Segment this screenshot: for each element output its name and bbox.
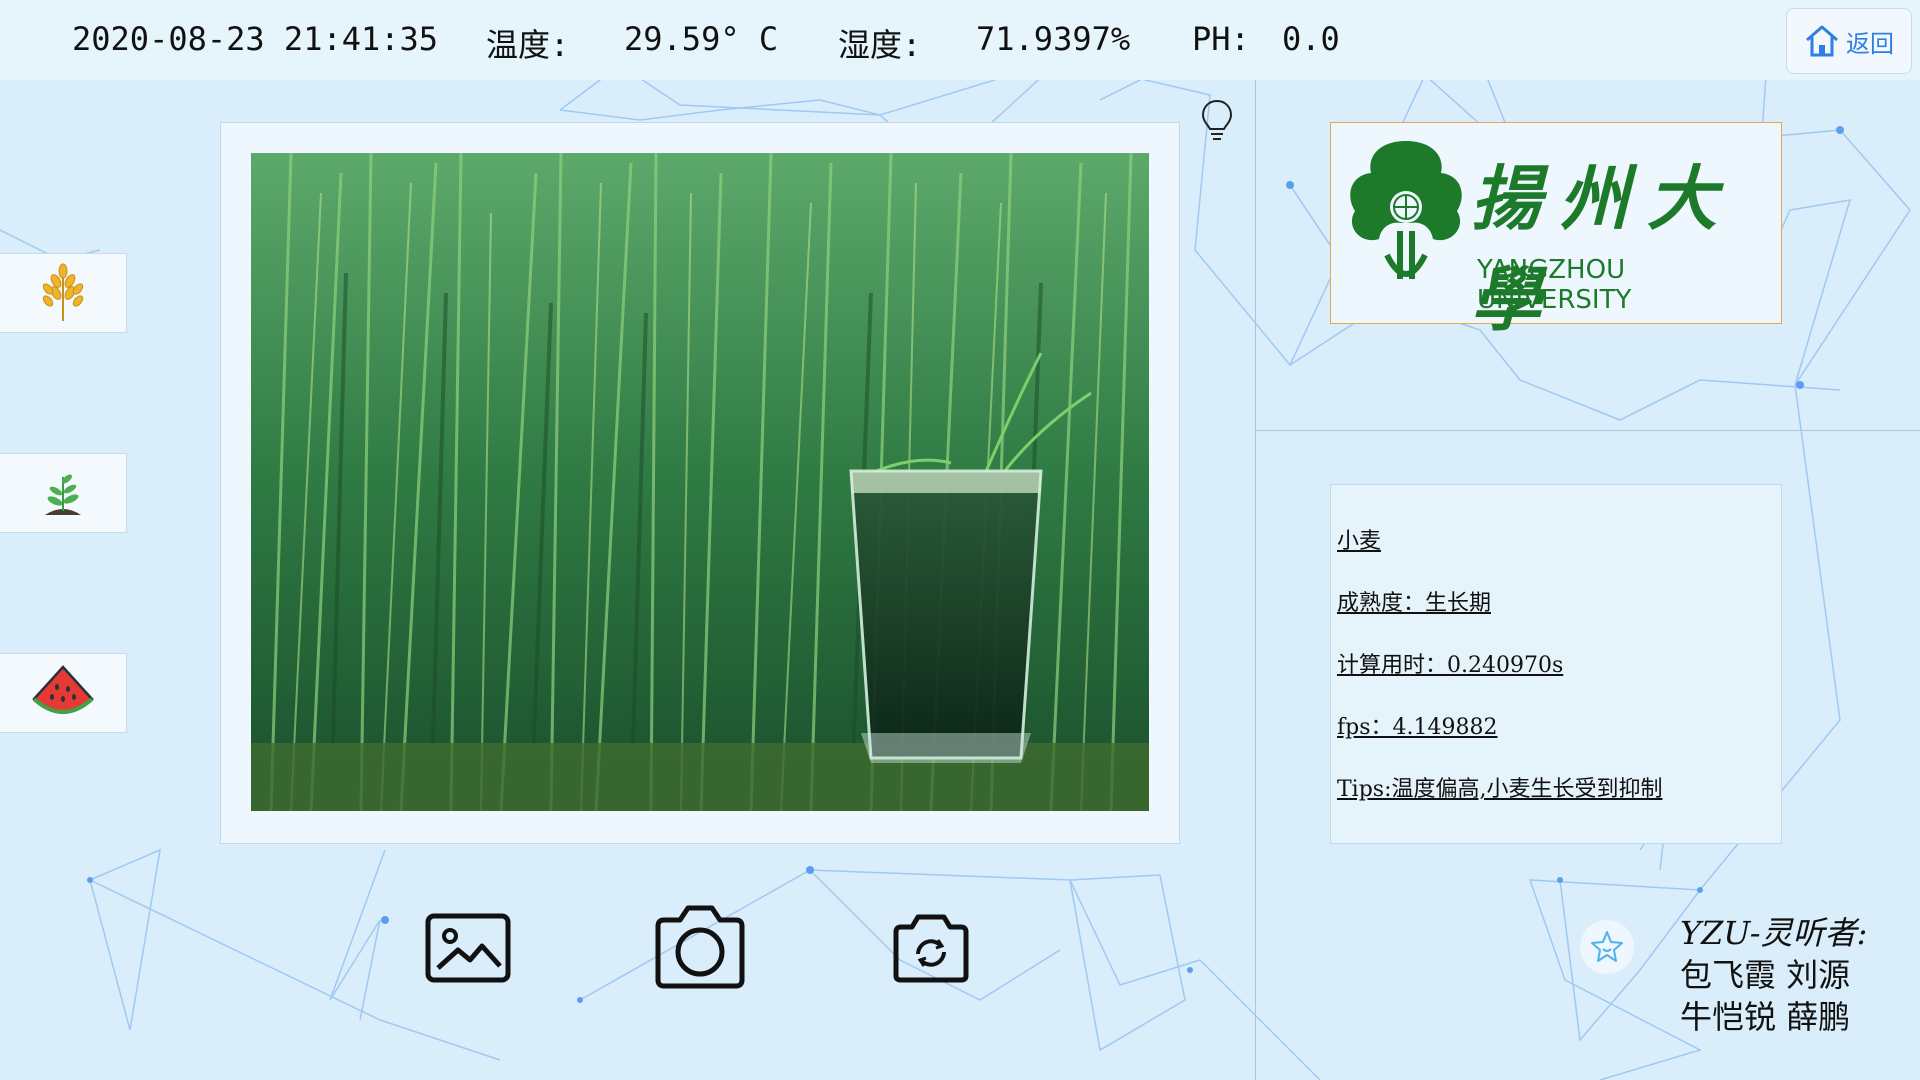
side-nav-watermelon[interactable] [0, 653, 127, 733]
wheat-icon [42, 263, 84, 321]
capture-button[interactable] [650, 902, 750, 996]
gallery-button[interactable] [424, 912, 512, 988]
result-fps: fps：4.149882 [1337, 715, 1498, 740]
image-icon [425, 913, 511, 983]
temperature-value: 29.59° C [624, 20, 779, 58]
ph-value: 0.0 [1282, 20, 1340, 58]
back-button[interactable]: 返回 [1786, 8, 1912, 74]
status-bar: 2020-08-23 21:41:35 温度: 29.59° C 湿度: 71.… [0, 0, 1920, 80]
university-logo: 揚州大學 YANGZHOU UNIVERSITY [1330, 122, 1782, 341]
result-crop: 小麦 [1337, 529, 1382, 554]
credits-members-2: 牛恺锐 薛鹏 [1680, 998, 1851, 1036]
temperature-label: 温度: [486, 26, 570, 64]
result-panel: 小麦 成熟度：生长期 计算用时：0.240970s fps：4.149882 T… [1330, 484, 1782, 844]
side-nav-wheat[interactable] [0, 253, 127, 333]
star-badge [1580, 920, 1634, 974]
humidity-label: 湿度: [838, 26, 922, 64]
credits-team: YZU-灵听者: [1680, 914, 1868, 952]
home-icon [1806, 25, 1838, 57]
light-toggle[interactable] [1200, 98, 1234, 148]
logo-english-name: YANGZHOU UNIVERSITY [1477, 255, 1632, 315]
star-icon [1591, 931, 1623, 962]
camera-preview-frame [220, 122, 1180, 844]
wheatgrass-image [251, 153, 1149, 811]
result-tips: Tips:温度偏高,小麦生长受到抑制 [1337, 777, 1663, 802]
back-button-label: 返回 [1846, 29, 1894, 58]
panel-divider-vertical [1255, 80, 1256, 1080]
humidity-value: 71.9397% [976, 20, 1131, 58]
result-maturity: 成熟度：生长期 [1337, 591, 1492, 616]
switch-camera-button[interactable] [892, 912, 970, 988]
university-emblem-icon [1350, 141, 1462, 279]
side-nav-seedling[interactable] [0, 453, 127, 533]
datetime: 2020-08-23 21:41:35 [72, 20, 439, 58]
credits-members-1: 包飞霞 刘源 [1680, 956, 1851, 994]
seedling-icon [45, 474, 81, 515]
panel-divider-horizontal [1255, 430, 1920, 431]
credits: YZU-灵听者: 包飞霞 刘源 牛恺锐 薛鹏 [1680, 912, 1867, 1038]
camera-icon [655, 905, 745, 989]
watermelon-icon [32, 665, 94, 714]
camera-preview [251, 153, 1149, 811]
result-time: 计算用时：0.240970s [1337, 653, 1564, 678]
lightbulb-icon [1201, 99, 1233, 140]
ph-label: PH: [1192, 20, 1250, 58]
camera-switch-icon [893, 914, 969, 983]
